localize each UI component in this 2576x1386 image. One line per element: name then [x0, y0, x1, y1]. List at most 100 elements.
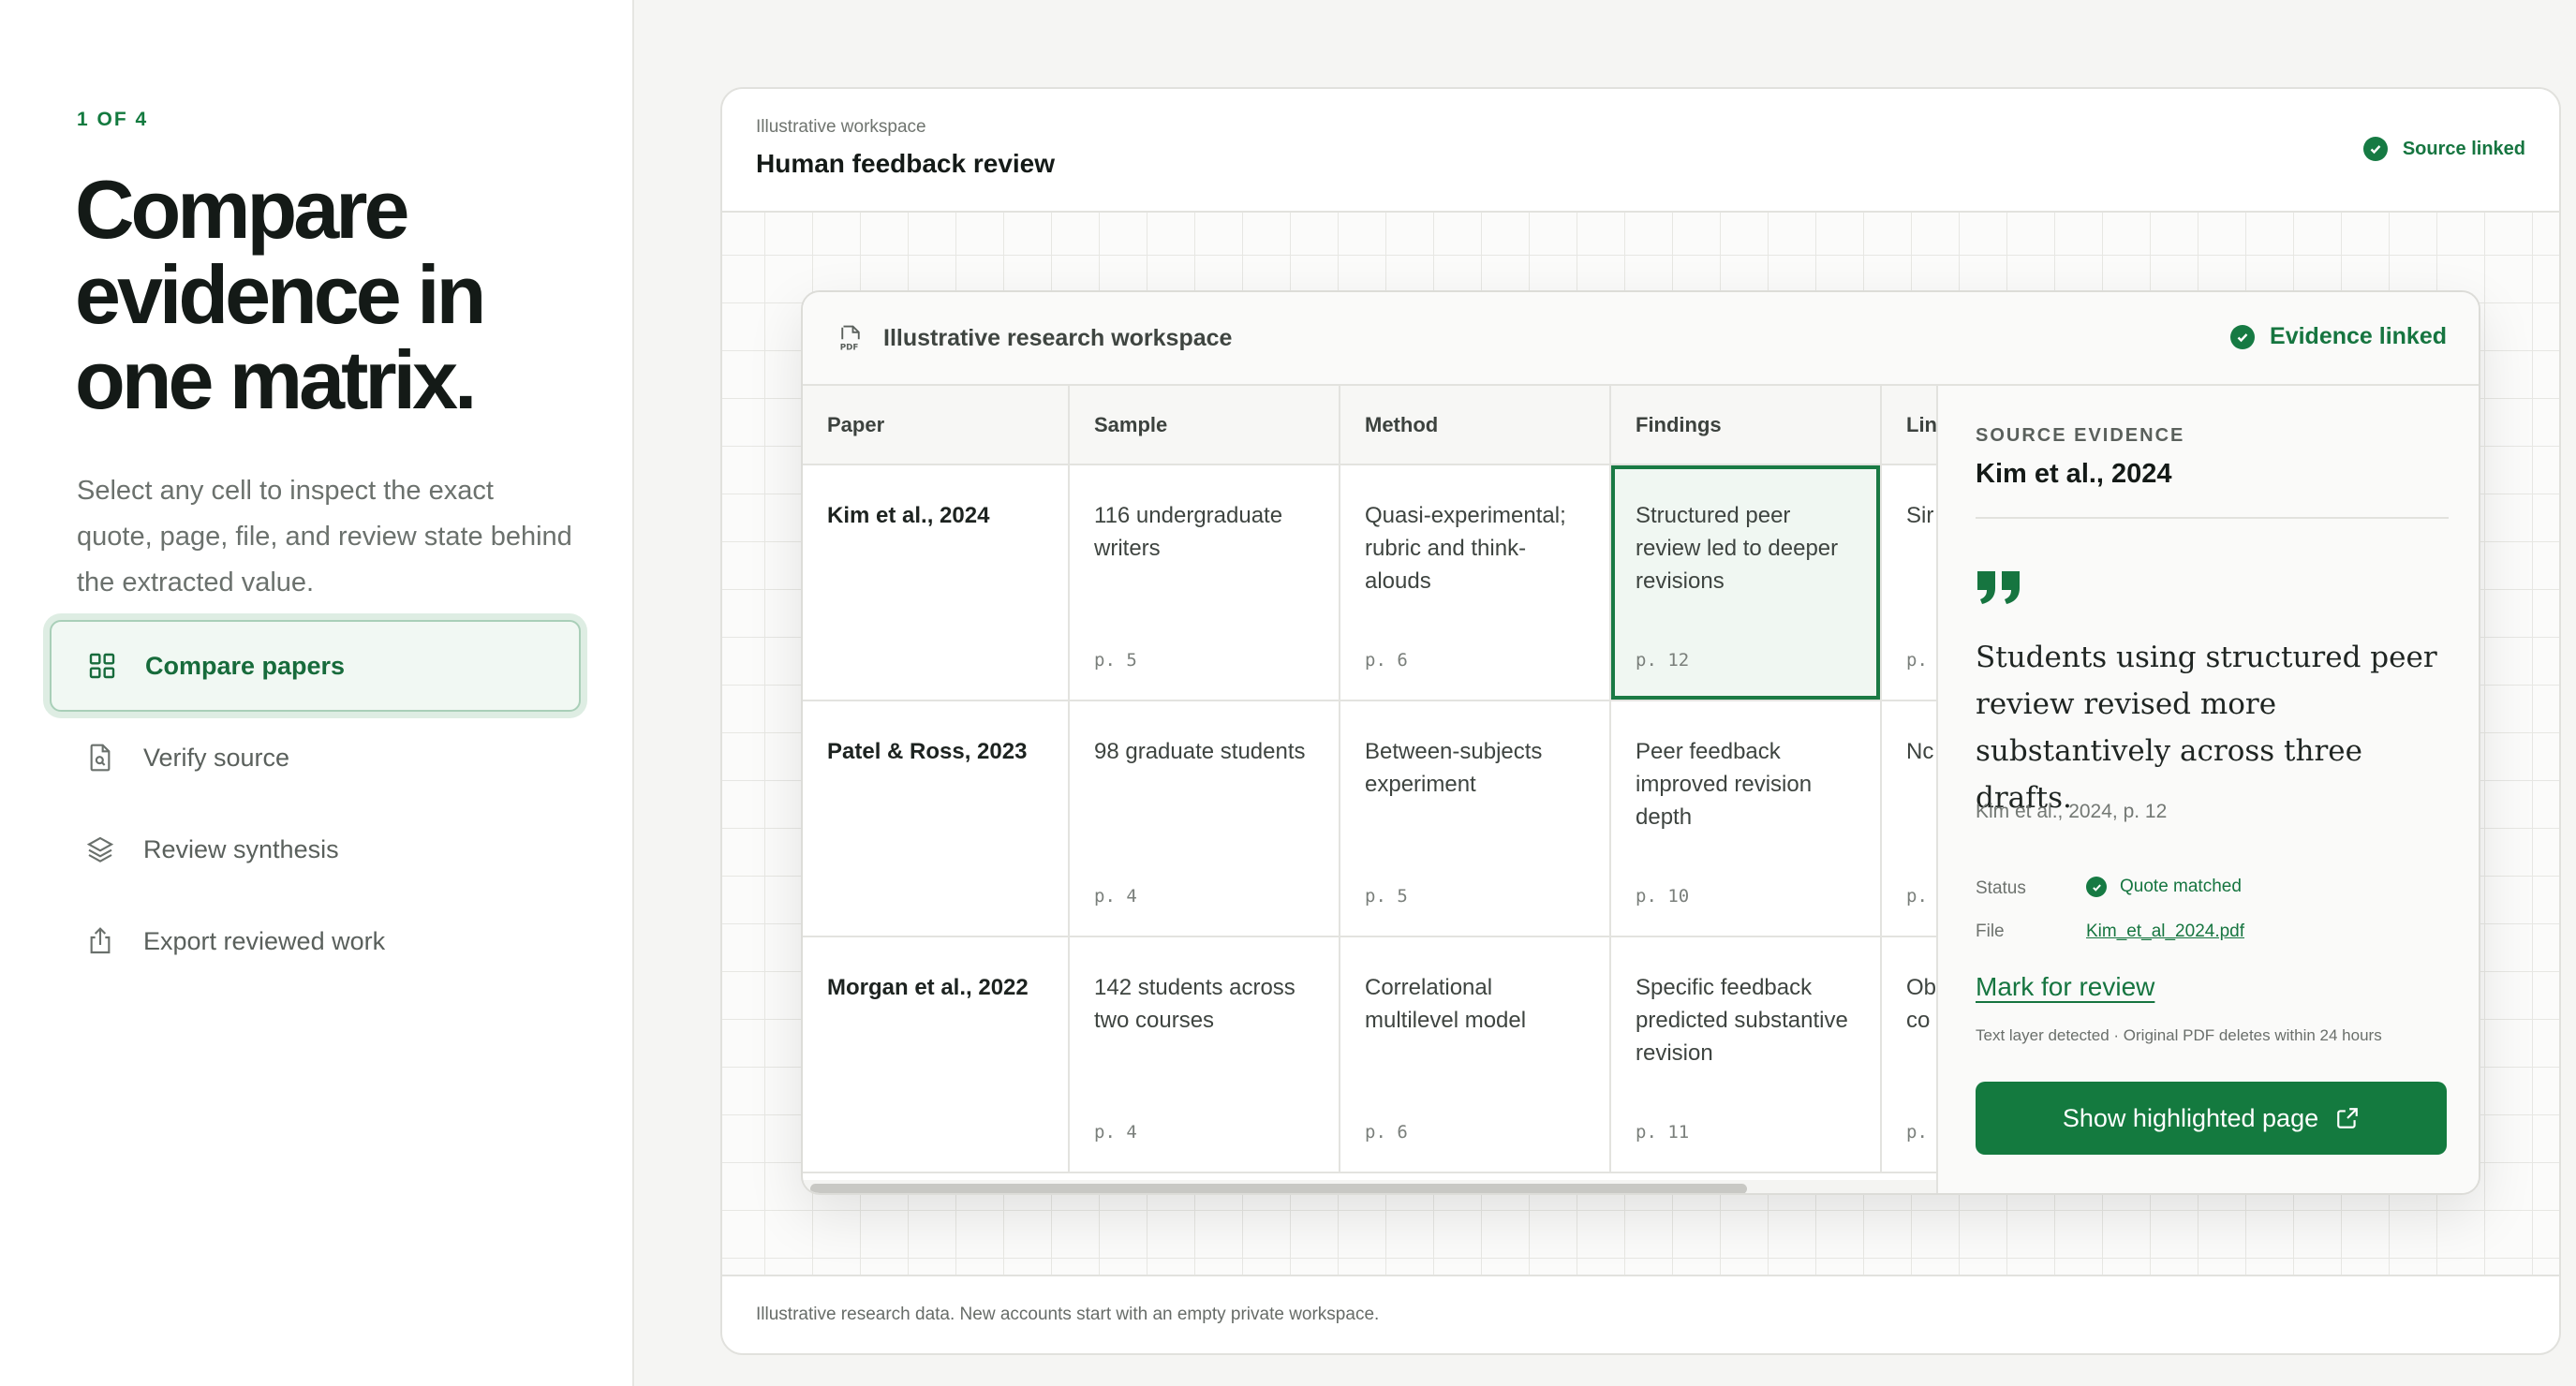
svg-text:PDF: PDF	[840, 344, 859, 353]
file-label: File	[1976, 922, 2005, 941]
cell-text: Patel & Ross, 2023	[827, 739, 1028, 764]
cell-method[interactable]: Quasi-experimental; rubric and think-alo…	[1340, 464, 1611, 701]
cell-paper[interactable]: Morgan et al., 2022	[803, 936, 1070, 1173]
source-linked-badge: Source linked	[2362, 137, 2525, 161]
footer-note: Illustrative research data. New accounts…	[756, 1305, 1380, 1324]
cell-text: Sir sho	[1906, 503, 1936, 528]
cell-text: Quasi-experimental; rubric and think-alo…	[1365, 503, 1566, 594]
button-label: Show highlighted page	[2062, 1103, 2319, 1132]
column-header-limitations[interactable]: Lin	[1881, 386, 1936, 465]
sidebar-panel: 1 OF 4 Compare evidence in one matrix. S…	[0, 0, 634, 1386]
badge-label: Evidence linked	[2270, 323, 2447, 349]
nav-item-verify-source[interactable]: Verify source	[50, 712, 581, 804]
cell-findings-selected[interactable]: Structured peer review led to deeper rev…	[1610, 464, 1882, 701]
evidence-linked-badge: Evidence linked	[2230, 323, 2447, 350]
nav-item-label: Verify source	[143, 743, 290, 772]
cell-sample[interactable]: 98 graduate students p. 4	[1069, 700, 1340, 937]
horizontal-scrollbar[interactable]	[803, 1180, 1936, 1193]
check-circle-icon	[2086, 877, 2107, 897]
mark-for-review-link[interactable]: Mark for review	[1976, 972, 2154, 1002]
step-nav: Compare papers Verify source Review synt…	[50, 620, 581, 987]
page-description: Select any cell to inspect the exact quo…	[77, 476, 572, 597]
evidence-quote: Students using structured peer review re…	[1976, 641, 2437, 815]
grid-icon	[89, 653, 115, 679]
page-ref: p. 4	[1094, 886, 1137, 907]
nav-item-compare-papers[interactable]: Compare papers	[50, 620, 581, 712]
card-title-label: Illustrative research workspace	[883, 324, 1233, 351]
badge-label: Source linked	[2402, 138, 2525, 159]
column-header-findings[interactable]: Findings	[1610, 386, 1882, 465]
cell-findings[interactable]: Peer feedback improved revision depth p. …	[1610, 700, 1882, 937]
evidence-matrix[interactable]: Paper Sample Method Findings Lin Kim et …	[803, 386, 1936, 1193]
cell-text: Morgan et al., 2022	[827, 975, 1029, 1000]
page-ref: p.	[1906, 1122, 1928, 1143]
show-highlighted-page-button[interactable]: Show highlighted page	[1976, 1082, 2447, 1155]
cell-limitations[interactable]: Ob de co p.	[1881, 936, 1936, 1173]
evidence-citation: Kim et al., 2024, p. 12	[1976, 801, 2168, 822]
nav-item-review-synthesis[interactable]: Review synthesis	[50, 804, 581, 895]
cell-paper[interactable]: Kim et al., 2024	[803, 464, 1070, 701]
status-label: Status	[1976, 878, 2026, 898]
file-link[interactable]: Kim_et_al_2024.pdf	[2086, 922, 2244, 942]
cell-method[interactable]: Between-subjects experiment p. 5	[1340, 700, 1611, 937]
research-workspace-card: PDF Illustrative research workspace Evid…	[801, 290, 2480, 1195]
nav-item-export-reviewed-work[interactable]: Export reviewed work	[50, 895, 581, 987]
table-row: Kim et al., 2024 116 undergraduate write…	[803, 464, 1936, 701]
export-icon	[90, 927, 111, 954]
file-search-icon	[90, 744, 111, 772]
page-ref: p.	[1906, 886, 1928, 907]
nav-item-label: Export reviewed work	[143, 926, 386, 955]
page-ref: p. 10	[1636, 886, 1690, 907]
page-ref: p. 5	[1094, 650, 1137, 671]
matrix-table: Paper Sample Method Findings Lin Kim et …	[803, 386, 1936, 1173]
workspace-title: Human feedback review	[756, 149, 1056, 178]
workspace-caption: Illustrative workspace	[756, 117, 926, 137]
page-ref: p.	[1906, 650, 1928, 671]
step-indicator: 1 OF 4	[77, 109, 149, 130]
page-ref: p. 6	[1365, 1122, 1408, 1143]
cell-text: Between-subjects experiment	[1365, 739, 1543, 797]
cell-method[interactable]: Correlational multilevel model p. 6	[1340, 936, 1611, 1173]
cell-findings[interactable]: Specific feedback predicted substantive …	[1610, 936, 1882, 1173]
page-ref: p. 4	[1094, 1122, 1137, 1143]
card-header: PDF Illustrative research workspace Evid…	[803, 292, 2479, 386]
cell-text: Structured peer review led to deeper rev…	[1636, 503, 1839, 594]
cell-limitations[interactable]: Sir sho p.	[1881, 464, 1936, 701]
pdf-file-icon: PDF	[840, 325, 860, 353]
layers-icon	[86, 836, 114, 863]
cell-text: Correlational multilevel model	[1365, 975, 1527, 1033]
table-row: Morgan et al., 2022 142 students across …	[803, 936, 1936, 1173]
column-header-sample[interactable]: Sample	[1069, 386, 1340, 465]
cell-limitations[interactable]: Nc ret p.	[1881, 700, 1936, 937]
cell-text: Ob de co	[1906, 975, 1936, 1033]
page-ref: p. 5	[1365, 886, 1408, 907]
cell-text: Peer feedback improved revision depth	[1636, 739, 1813, 830]
quote-icon	[1977, 571, 2020, 604]
column-header-paper[interactable]: Paper	[803, 386, 1070, 465]
external-link-icon	[2337, 1108, 2358, 1128]
cell-paper[interactable]: Patel & Ross, 2023	[803, 700, 1070, 937]
workspace-header: Illustrative workspace Human feedback re…	[722, 89, 2559, 213]
cell-text: Specific feedback predicted substantive …	[1636, 975, 1848, 1066]
scrollbar-thumb[interactable]	[810, 1184, 1747, 1193]
nav-item-label: Review synthesis	[143, 834, 339, 863]
cell-text: 116 undergraduate writers	[1094, 503, 1283, 561]
divider	[1976, 517, 2449, 519]
status-text: Quote matched	[2120, 877, 2242, 896]
panel-label: SOURCE EVIDENCE	[1976, 425, 2185, 446]
nav-item-label: Compare papers	[145, 651, 346, 680]
page-ref: p. 11	[1636, 1122, 1690, 1143]
cell-text: 142 students across two courses	[1094, 975, 1295, 1033]
processing-note: Text layer detected · Original PDF delet…	[1976, 1026, 2382, 1044]
cell-sample[interactable]: 142 students across two courses p. 4	[1069, 936, 1340, 1173]
card-title: PDF Illustrative research workspace	[836, 324, 1233, 353]
page-ref: p. 6	[1365, 650, 1408, 671]
file-value: Kim_et_al_2024.pdf	[2086, 922, 2244, 942]
page-ref: p. 12	[1636, 650, 1690, 671]
status-value: Quote matched	[2086, 877, 2242, 897]
cell-sample[interactable]: 116 undergraduate writers p. 5	[1069, 464, 1340, 701]
column-header-method[interactable]: Method	[1340, 386, 1611, 465]
cell-text: Kim et al., 2024	[827, 503, 990, 528]
table-header-row: Paper Sample Method Findings Lin	[803, 386, 1936, 465]
page-title: Compare evidence in one matrix.	[75, 163, 486, 426]
